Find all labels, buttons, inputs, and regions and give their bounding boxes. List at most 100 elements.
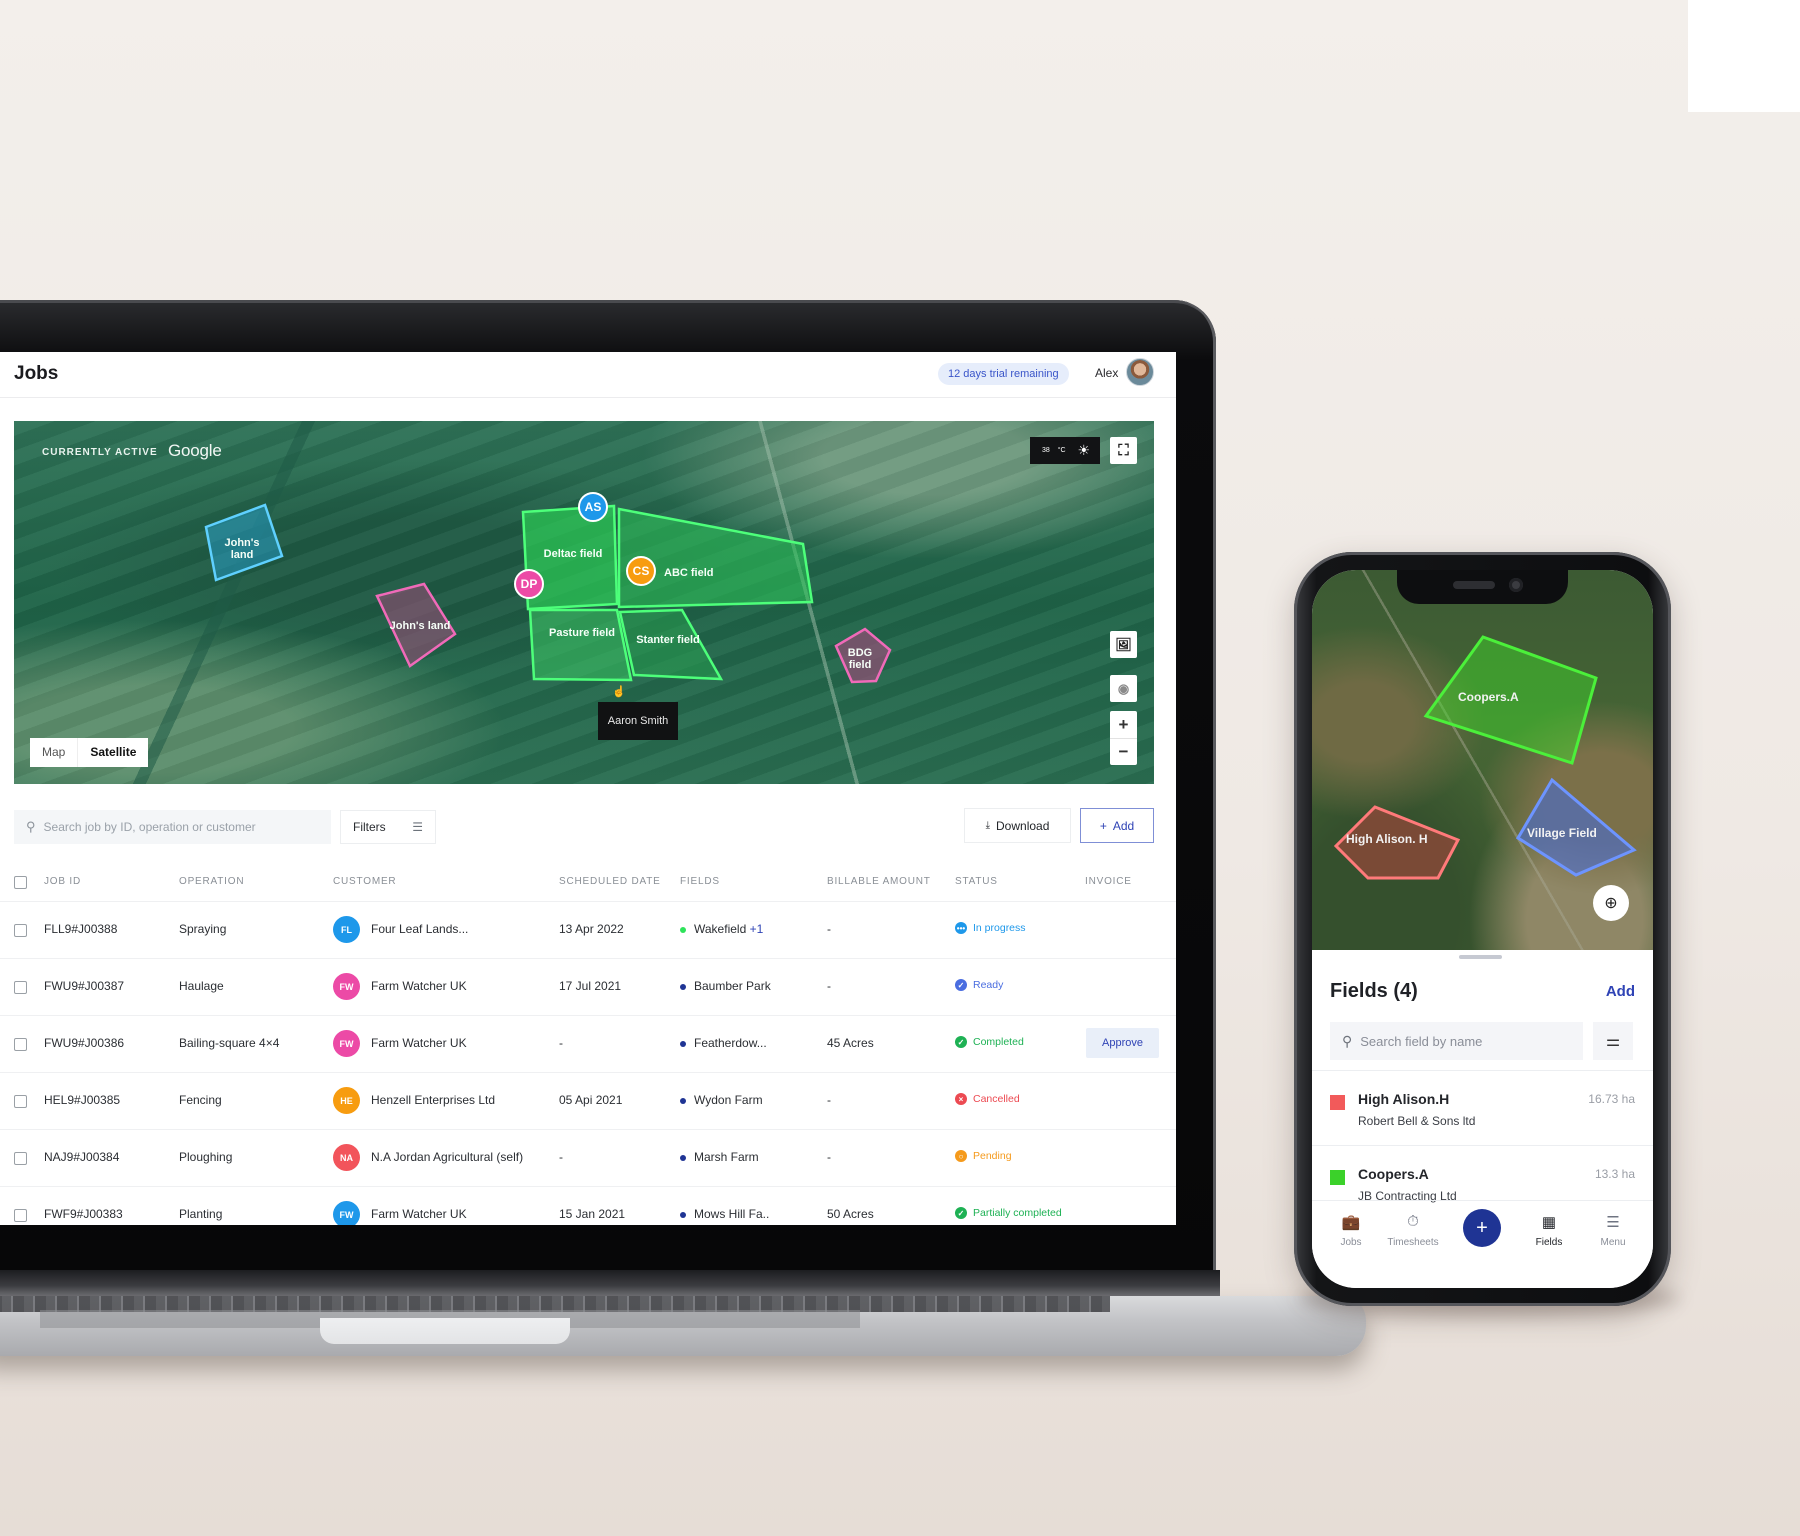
field-area: 13.3 ha <box>1594 1167 1635 1181</box>
table-row[interactable]: HEL9#J00385 Fencing HE Henzell Enterprises … <box>0 1073 1176 1130</box>
status-label: Partially completed <box>973 1207 1062 1219</box>
map-marker-dp[interactable]: DP <box>514 569 544 599</box>
job-id[interactable]: HEL9#J00385 <box>44 1093 120 1107</box>
status-icon: ✓ <box>955 1207 967 1219</box>
add-field-button[interactable]: Add <box>1606 983 1635 1000</box>
approve-invoice-button[interactable]: Approve <box>1086 1028 1159 1058</box>
row-checkbox[interactable] <box>14 1152 27 1165</box>
field-dot-icon <box>680 983 686 990</box>
column-header-fields[interactable]: FIELDS <box>680 876 720 887</box>
jobs-map[interactable]: John's land John's land Deltac field ABC … <box>14 421 1154 784</box>
add-image-button[interactable]: 🖼 <box>1110 631 1137 658</box>
customer-avatar: FL <box>333 916 360 943</box>
row-checkbox[interactable] <box>14 1095 27 1108</box>
download-button[interactable]: ⤓ Download <box>964 808 1071 843</box>
status-label: Completed <box>973 1036 1024 1048</box>
my-location-button[interactable]: ◉ <box>1110 675 1137 702</box>
locate-me-button[interactable]: ⊕ <box>1593 885 1629 921</box>
table-row[interactable]: FWF9#J00383 Planting FW Farm Watcher UK 15 J… <box>0 1187 1176 1225</box>
operation: Ploughing <box>179 1150 233 1164</box>
stopwatch-icon: ⏱ <box>1407 1213 1419 1230</box>
field-dot-icon <box>680 1040 686 1047</box>
scheduled-date: 15 Jan 2021 <box>559 1207 626 1221</box>
status-icon: ✓ <box>955 1036 967 1048</box>
row-checkbox[interactable] <box>14 1038 27 1051</box>
field-label-abc: ABC field <box>664 567 714 579</box>
field-owner: Robert Bell & Sons ltd <box>1358 1114 1476 1128</box>
billable-amount: - <box>827 979 831 993</box>
job-search-input[interactable]: ⚲ Search job by ID, operation or custome… <box>14 810 331 844</box>
field-dot-icon <box>680 1097 686 1104</box>
tab-timesheets[interactable]: ⏱ Timesheets <box>1378 1213 1448 1248</box>
add-job-button[interactable]: + Add <box>1080 808 1154 843</box>
create-fab-button[interactable]: + <box>1463 1209 1501 1247</box>
filters-button[interactable]: Filters ☰ <box>340 810 436 844</box>
field-search-input[interactable]: ⚲ Search field by name <box>1330 1022 1583 1060</box>
column-header-invoice[interactable]: INVOICE <box>1085 876 1132 887</box>
billable-amount: - <box>827 922 831 936</box>
table-row[interactable]: FWU9#J00387 Haulage FW Farm Watcher UK 17 Ju… <box>0 959 1176 1016</box>
field-cell: Wydon Farm <box>680 1093 763 1107</box>
job-id[interactable]: FWU9#J00386 <box>44 1036 124 1050</box>
row-checkbox[interactable] <box>14 924 27 937</box>
field-name: Baumber Park <box>694 979 771 993</box>
table-row[interactable]: FWU9#J00386 Bailing-square 4×4 FW Farm Watc… <box>0 1016 1176 1073</box>
field-label-stanter: Stanter field <box>636 634 700 646</box>
zoom-in-button[interactable]: + <box>1110 711 1137 738</box>
phone-screen: Coopers.A High Alison. H Village Field ⊕… <box>1312 570 1653 1288</box>
user-name[interactable]: Alex <box>1095 366 1118 380</box>
column-header-scheduled-date[interactable]: SCHEDULED DATE <box>559 876 661 887</box>
operation: Fencing <box>179 1093 222 1107</box>
field-name: Wydon Farm <box>694 1093 763 1107</box>
row-checkbox[interactable] <box>14 1209 27 1222</box>
sun-icon: ☀ <box>1077 442 1090 458</box>
column-header-billable-amount[interactable]: BILLABLE AMOUNT <box>827 876 931 887</box>
user-avatar[interactable] <box>1126 358 1154 386</box>
job-id[interactable]: FWU9#J00387 <box>44 979 124 993</box>
status-badge: ✓ Ready <box>955 979 1003 991</box>
column-header-status[interactable]: STATUS <box>955 876 998 887</box>
field-color-swatch <box>1330 1095 1345 1110</box>
fullscreen-button[interactable]: ⛶ <box>1110 437 1137 464</box>
map-type-satellite[interactable]: Satellite <box>77 738 148 767</box>
map-marker-cs[interactable]: CS <box>626 556 656 586</box>
zoom-out-button[interactable]: − <box>1110 738 1137 765</box>
laptop-hinge <box>0 1270 1220 1296</box>
column-header-customer[interactable]: CUSTOMER <box>333 876 396 887</box>
field-polygon-pasture[interactable] <box>528 608 633 682</box>
field-list-item[interactable]: High Alison.H Robert Bell & Sons ltd 16.… <box>1312 1070 1653 1145</box>
table-row[interactable]: NAJ9#J00384 Ploughing NA N.A Jordan Agricul… <box>0 1130 1176 1187</box>
map-type-map[interactable]: Map <box>30 738 77 767</box>
filters-label: Filters <box>353 820 386 834</box>
column-header-operation[interactable]: OPERATION <box>179 876 244 887</box>
tab-label: Fields <box>1535 1237 1563 1248</box>
job-id[interactable]: FLL9#J00388 <box>44 922 117 936</box>
trial-badge[interactable]: 12 days trial remaining <box>938 363 1069 385</box>
map-marker-as[interactable]: AS <box>578 492 608 522</box>
tab-jobs[interactable]: 💼 Jobs <box>1316 1213 1386 1248</box>
field-filter-button[interactable]: ⚌ <box>1593 1022 1633 1060</box>
phone-map[interactable]: Coopers.A High Alison. H Village Field ⊕ <box>1312 570 1653 950</box>
status-label: Pending <box>973 1150 1012 1162</box>
customer-name: N.A Jordan Agricultural (self) <box>371 1150 524 1164</box>
tab-menu[interactable]: ☰ Menu <box>1578 1213 1648 1248</box>
tab-fields[interactable]: ▦ Fields <box>1514 1213 1584 1248</box>
select-all-checkbox[interactable] <box>14 876 27 889</box>
operation: Bailing-square 4×4 <box>179 1036 280 1050</box>
sheet-grabber[interactable] <box>1459 955 1502 959</box>
field-name: Coopers.A <box>1358 1166 1429 1182</box>
job-id[interactable]: NAJ9#J00384 <box>44 1150 119 1164</box>
table-row[interactable]: FLL9#J00388 Spraying FL Four Leaf Lands... 1… <box>0 902 1176 959</box>
column-header-job-id[interactable]: JOB ID <box>44 876 81 887</box>
status-badge: ○ Pending <box>955 1150 1012 1162</box>
weather-chip[interactable]: 38 °C ☀ <box>1030 437 1100 464</box>
status-badge: ✓ Completed <box>955 1036 1024 1048</box>
row-checkbox[interactable] <box>14 981 27 994</box>
table-body: FLL9#J00388 Spraying FL Four Leaf Lands... 1… <box>0 902 1176 1225</box>
customer-avatar: FW <box>333 973 360 1000</box>
search-icon: ⚲ <box>1342 1032 1353 1049</box>
extra-fields-count[interactable]: +1 <box>750 922 764 936</box>
job-id[interactable]: FWF9#J00383 <box>44 1207 123 1221</box>
jobs-table: JOB ID OPERATION CUSTOMER SCHEDULED DATE… <box>0 862 1176 1225</box>
field-label-johns-land-blue: John's land <box>224 537 260 561</box>
